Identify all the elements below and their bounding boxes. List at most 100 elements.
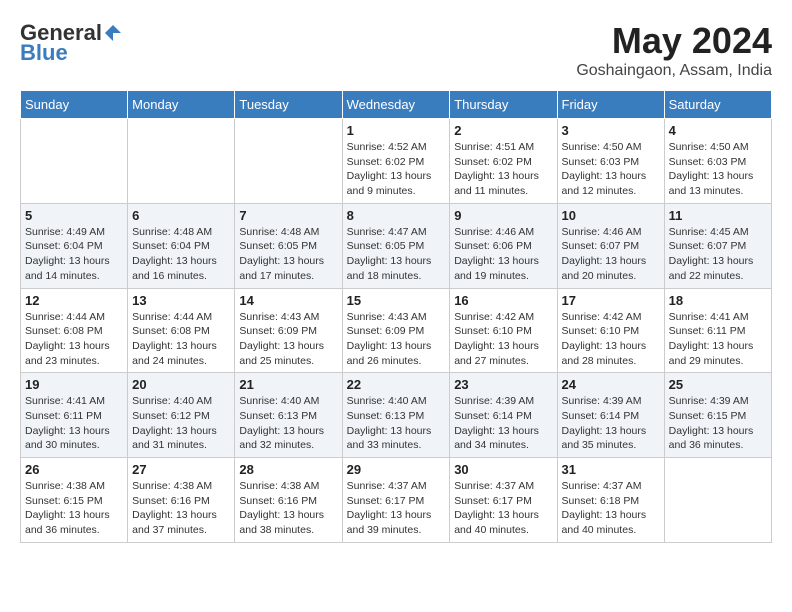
day-info: Sunrise: 4:49 AM Sunset: 6:04 PM Dayligh… <box>25 225 123 284</box>
day-number: 1 <box>347 123 446 138</box>
table-cell <box>128 119 235 204</box>
day-number: 28 <box>239 462 337 477</box>
day-info: Sunrise: 4:39 AM Sunset: 6:14 PM Dayligh… <box>562 394 660 453</box>
day-info: Sunrise: 4:44 AM Sunset: 6:08 PM Dayligh… <box>132 310 230 369</box>
day-info: Sunrise: 4:50 AM Sunset: 6:03 PM Dayligh… <box>562 140 660 199</box>
header-tuesday: Tuesday <box>235 91 342 119</box>
day-number: 3 <box>562 123 660 138</box>
day-number: 4 <box>669 123 767 138</box>
table-cell: 11Sunrise: 4:45 AM Sunset: 6:07 PM Dayli… <box>664 203 771 288</box>
day-number: 10 <box>562 208 660 223</box>
day-info: Sunrise: 4:41 AM Sunset: 6:11 PM Dayligh… <box>25 394 123 453</box>
day-number: 16 <box>454 293 552 308</box>
day-info: Sunrise: 4:43 AM Sunset: 6:09 PM Dayligh… <box>347 310 446 369</box>
day-number: 26 <box>25 462 123 477</box>
day-number: 6 <box>132 208 230 223</box>
table-cell: 15 Sunrise: 4:43 AM Sunset: 6:09 PM Dayli… <box>342 288 450 373</box>
table-cell: 28 Sunrise: 4:38 AM Sunset: 6:16 PM Dayli… <box>235 458 342 543</box>
day-number: 31 <box>562 462 660 477</box>
table-cell: 20 Sunrise: 4:40 AM Sunset: 6:12 PM Dayli… <box>128 373 235 458</box>
table-cell: 3 Sunrise: 4:50 AM Sunset: 6:03 PM Daylig… <box>557 119 664 204</box>
day-number: 12 <box>25 293 123 308</box>
table-cell: 24 Sunrise: 4:39 AM Sunset: 6:14 PM Dayli… <box>557 373 664 458</box>
day-number: 5 <box>25 208 123 223</box>
day-number: 15 <box>347 293 446 308</box>
day-info: Sunrise: 4:38 AM Sunset: 6:16 PM Dayligh… <box>132 479 230 538</box>
week-row-5: 26 Sunrise: 4:38 AM Sunset: 6:15 PM Dayli… <box>21 458 772 543</box>
header-monday: Monday <box>128 91 235 119</box>
day-number: 13 <box>132 293 230 308</box>
day-info: Sunrise: 4:42 AM Sunset: 6:10 PM Dayligh… <box>454 310 552 369</box>
day-info: Sunrise: 4:43 AM Sunset: 6:09 PM Dayligh… <box>239 310 337 369</box>
calendar-table: Sunday Monday Tuesday Wednesday Thursday… <box>20 90 772 543</box>
table-cell: 25 Sunrise: 4:39 AM Sunset: 6:15 PM Dayli… <box>664 373 771 458</box>
day-number: 30 <box>454 462 552 477</box>
logo: General Blue <box>20 20 124 66</box>
table-cell: 2Sunrise: 4:51 AM Sunset: 6:02 PM Daylig… <box>450 119 557 204</box>
header-wednesday: Wednesday <box>342 91 450 119</box>
table-cell <box>664 458 771 543</box>
day-number: 27 <box>132 462 230 477</box>
day-info: Sunrise: 4:38 AM Sunset: 6:16 PM Dayligh… <box>239 479 337 538</box>
day-number: 22 <box>347 377 446 392</box>
day-number: 7 <box>239 208 337 223</box>
logo-icon <box>103 23 123 43</box>
header-sunday: Sunday <box>21 91 128 119</box>
week-row-2: 5 Sunrise: 4:49 AM Sunset: 6:04 PM Daylig… <box>21 203 772 288</box>
day-info: Sunrise: 4:47 AM Sunset: 6:05 PM Dayligh… <box>347 225 446 284</box>
logo-blue-text: Blue <box>20 40 68 66</box>
table-cell: 12 Sunrise: 4:44 AM Sunset: 6:08 PM Dayli… <box>21 288 128 373</box>
day-number: 29 <box>347 462 446 477</box>
table-cell: 29 Sunrise: 4:37 AM Sunset: 6:17 PM Dayli… <box>342 458 450 543</box>
table-cell <box>21 119 128 204</box>
day-info: Sunrise: 4:48 AM Sunset: 6:05 PM Dayligh… <box>239 225 337 284</box>
table-cell: 7 Sunrise: 4:48 AM Sunset: 6:05 PM Daylig… <box>235 203 342 288</box>
day-info: Sunrise: 4:40 AM Sunset: 6:13 PM Dayligh… <box>239 394 337 453</box>
day-number: 9 <box>454 208 552 223</box>
day-info: Sunrise: 4:44 AM Sunset: 6:08 PM Dayligh… <box>25 310 123 369</box>
table-cell: 31Sunrise: 4:37 AM Sunset: 6:18 PM Dayli… <box>557 458 664 543</box>
table-cell: 17Sunrise: 4:42 AM Sunset: 6:10 PM Dayli… <box>557 288 664 373</box>
day-info: Sunrise: 4:39 AM Sunset: 6:14 PM Dayligh… <box>454 394 552 453</box>
day-number: 21 <box>239 377 337 392</box>
day-info: Sunrise: 4:51 AM Sunset: 6:02 PM Dayligh… <box>454 140 552 199</box>
table-cell <box>235 119 342 204</box>
table-cell: 30 Sunrise: 4:37 AM Sunset: 6:17 PM Dayli… <box>450 458 557 543</box>
day-number: 8 <box>347 208 446 223</box>
day-number: 25 <box>669 377 767 392</box>
table-cell: 6Sunrise: 4:48 AM Sunset: 6:04 PM Daylig… <box>128 203 235 288</box>
day-info: Sunrise: 4:46 AM Sunset: 6:07 PM Dayligh… <box>562 225 660 284</box>
table-cell: 9Sunrise: 4:46 AM Sunset: 6:06 PM Daylig… <box>450 203 557 288</box>
day-number: 23 <box>454 377 552 392</box>
day-info: Sunrise: 4:52 AM Sunset: 6:02 PM Dayligh… <box>347 140 446 199</box>
table-cell: 8 Sunrise: 4:47 AM Sunset: 6:05 PM Daylig… <box>342 203 450 288</box>
day-number: 18 <box>669 293 767 308</box>
table-cell: 19Sunrise: 4:41 AM Sunset: 6:11 PM Dayli… <box>21 373 128 458</box>
day-info: Sunrise: 4:39 AM Sunset: 6:15 PM Dayligh… <box>669 394 767 453</box>
day-info: Sunrise: 4:42 AM Sunset: 6:10 PM Dayligh… <box>562 310 660 369</box>
day-info: Sunrise: 4:50 AM Sunset: 6:03 PM Dayligh… <box>669 140 767 199</box>
title-area: May 2024 Goshaingaon, Assam, India <box>576 20 772 80</box>
day-info: Sunrise: 4:37 AM Sunset: 6:17 PM Dayligh… <box>347 479 446 538</box>
week-row-4: 19Sunrise: 4:41 AM Sunset: 6:11 PM Dayli… <box>21 373 772 458</box>
calendar-header-row: Sunday Monday Tuesday Wednesday Thursday… <box>21 91 772 119</box>
day-number: 14 <box>239 293 337 308</box>
table-cell: 18 Sunrise: 4:41 AM Sunset: 6:11 PM Dayli… <box>664 288 771 373</box>
table-cell: 27 Sunrise: 4:38 AM Sunset: 6:16 PM Dayli… <box>128 458 235 543</box>
day-info: Sunrise: 4:37 AM Sunset: 6:17 PM Dayligh… <box>454 479 552 538</box>
day-number: 24 <box>562 377 660 392</box>
table-cell: 4 Sunrise: 4:50 AM Sunset: 6:03 PM Daylig… <box>664 119 771 204</box>
day-number: 20 <box>132 377 230 392</box>
day-info: Sunrise: 4:40 AM Sunset: 6:12 PM Dayligh… <box>132 394 230 453</box>
day-info: Sunrise: 4:45 AM Sunset: 6:07 PM Dayligh… <box>669 225 767 284</box>
table-cell: 22Sunrise: 4:40 AM Sunset: 6:13 PM Dayli… <box>342 373 450 458</box>
table-cell: 26 Sunrise: 4:38 AM Sunset: 6:15 PM Dayli… <box>21 458 128 543</box>
header-friday: Friday <box>557 91 664 119</box>
day-info: Sunrise: 4:41 AM Sunset: 6:11 PM Dayligh… <box>669 310 767 369</box>
month-title: May 2024 <box>576 20 772 62</box>
location-title: Goshaingaon, Assam, India <box>576 62 772 80</box>
week-row-1: 1 Sunrise: 4:52 AM Sunset: 6:02 PM Daylig… <box>21 119 772 204</box>
day-info: Sunrise: 4:38 AM Sunset: 6:15 PM Dayligh… <box>25 479 123 538</box>
week-row-3: 12 Sunrise: 4:44 AM Sunset: 6:08 PM Dayli… <box>21 288 772 373</box>
table-cell: 10 Sunrise: 4:46 AM Sunset: 6:07 PM Dayli… <box>557 203 664 288</box>
